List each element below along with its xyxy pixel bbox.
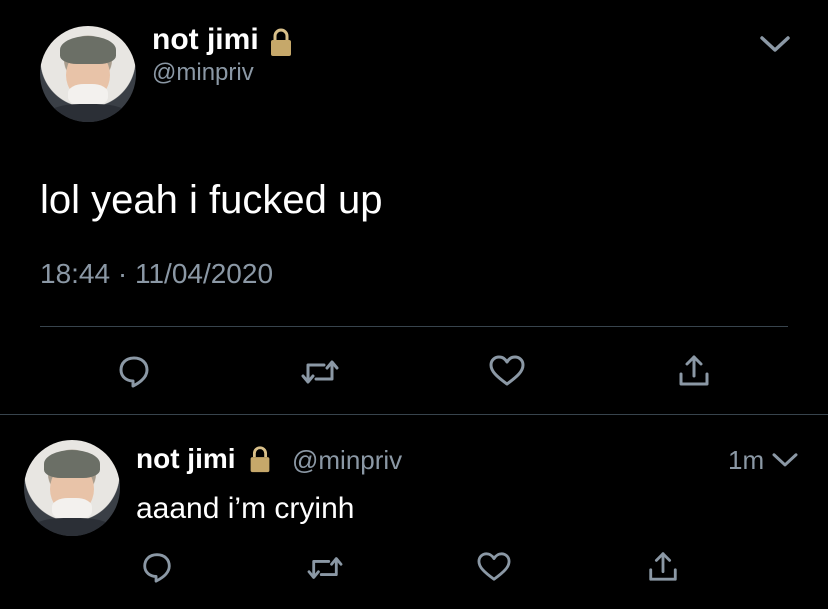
retweet-button[interactable] [300, 355, 340, 389]
tweet-text: lol yeah i fucked up [40, 178, 383, 222]
meta-separator: · [117, 258, 128, 289]
display-name[interactable]: not jimi [136, 442, 236, 476]
share-button[interactable] [676, 352, 712, 388]
share-icon [649, 552, 677, 581]
reply-button[interactable] [140, 550, 174, 584]
tweet-thread: not jimi @minpriv lol yeah i fucked up 1… [0, 0, 828, 609]
lock-icon [245, 444, 275, 474]
reply-button[interactable] [116, 353, 152, 389]
tweet-date[interactable]: 11/04/2020 [135, 258, 273, 289]
reply-icon [143, 553, 171, 583]
like-button[interactable] [476, 551, 512, 583]
handle[interactable]: @minpriv [152, 58, 254, 88]
chevron-down-icon[interactable] [770, 448, 800, 470]
heart-icon [477, 552, 511, 581]
avatar[interactable] [24, 440, 120, 536]
chevron-down-icon[interactable] [758, 30, 792, 56]
like-button[interactable] [488, 354, 526, 388]
reply-icon [119, 356, 149, 388]
display-name[interactable]: not jimi [152, 22, 259, 58]
avatar[interactable] [40, 26, 136, 122]
share-button[interactable] [646, 549, 680, 583]
timestamp[interactable]: 1m [728, 443, 764, 477]
share-icon [679, 355, 709, 386]
retweet-icon [307, 557, 343, 579]
tweet-time[interactable]: 18:44 [40, 258, 110, 289]
tweet-meta: 18:44 · 11/04/2020 [40, 256, 273, 292]
divider [40, 326, 788, 327]
handle[interactable]: @minpriv [292, 443, 402, 477]
heart-icon [489, 355, 525, 386]
retweet-icon [301, 360, 339, 384]
divider [0, 414, 828, 415]
tweet-text: aaand i’m cryinh [136, 492, 355, 525]
lock-icon [265, 26, 297, 58]
retweet-button[interactable] [306, 552, 344, 584]
